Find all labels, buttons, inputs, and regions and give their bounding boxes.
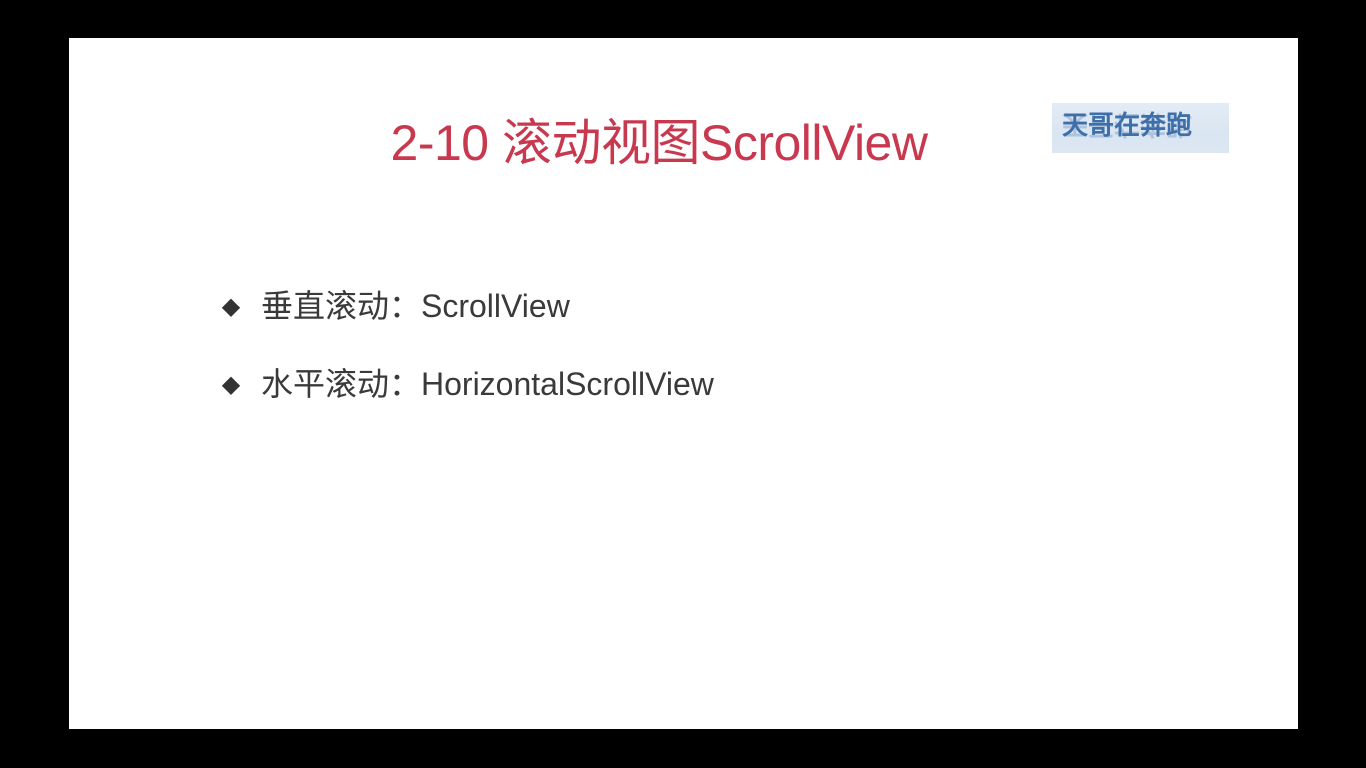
video-frame: 2-10 滚动视图ScrollView 天哥在奔跑 天哥在奔跑 ◆ 垂直滚动：S…	[0, 0, 1366, 768]
diamond-bullet-icon: ◆	[221, 370, 241, 398]
presentation-slide: 2-10 滚动视图ScrollView 天哥在奔跑 天哥在奔跑 ◆ 垂直滚动：S…	[69, 38, 1298, 729]
bullet-text: 水平滚动：HorizontalScrollView	[261, 366, 714, 402]
author-watermark: 天哥在奔跑 天哥在奔跑	[1052, 103, 1229, 153]
diamond-bullet-icon: ◆	[221, 292, 241, 320]
slide-title: 2-10 滚动视图ScrollView	[390, 115, 928, 171]
watermark-reflection: 天哥在奔跑	[1062, 109, 1193, 139]
bullet-text: 垂直滚动：ScrollView	[261, 288, 570, 324]
